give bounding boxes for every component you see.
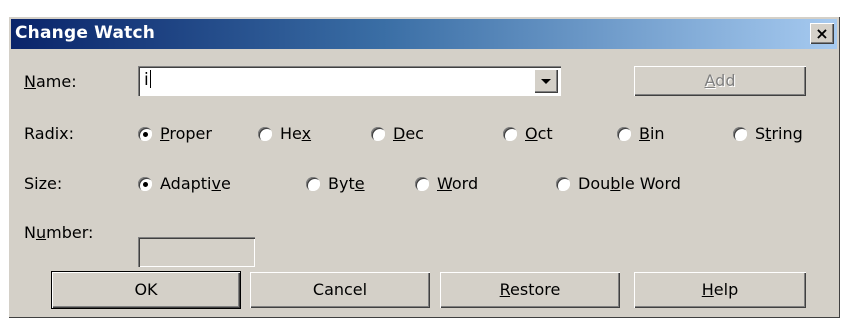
radix-option-bin[interactable]: Bin (617, 124, 665, 143)
radix-option-string[interactable]: String (733, 124, 803, 143)
radix-option-hex[interactable]: Hex (258, 124, 311, 143)
close-button[interactable]: × (810, 23, 834, 44)
radio-button-icon[interactable] (138, 176, 152, 191)
radio-button-icon[interactable] (138, 126, 152, 141)
radio-button-icon[interactable] (306, 176, 320, 191)
radix-label: Radix: (24, 124, 75, 143)
name-dropdown-button[interactable] (534, 69, 558, 93)
size-label: Size: (24, 174, 63, 193)
radio-button-icon[interactable] (503, 126, 517, 141)
help-button[interactable]: Help (634, 272, 806, 308)
size-option-word[interactable]: Word (415, 174, 478, 193)
radio-button-icon[interactable] (371, 126, 385, 141)
radio-button-icon[interactable] (733, 126, 747, 141)
name-combobox[interactable]: i (138, 66, 561, 96)
radix-option-proper[interactable]: Proper (138, 124, 212, 143)
size-option-double-word[interactable]: Double Word (556, 174, 681, 193)
ok-button[interactable]: OK (52, 272, 240, 308)
radix-option-dec[interactable]: Dec (371, 124, 424, 143)
number-label: Number: (24, 223, 94, 242)
number-field[interactable] (138, 237, 255, 267)
radio-button-icon[interactable] (415, 176, 429, 191)
dialog-title: Change Watch (15, 23, 156, 43)
change-watch-dialog: Change Watch × Name: i Add Radix: Proper… (8, 16, 840, 318)
cancel-button[interactable]: Cancel (250, 272, 430, 308)
radio-button-icon[interactable] (258, 126, 272, 141)
close-icon: × (815, 24, 829, 43)
radio-button-icon[interactable] (556, 176, 570, 191)
radio-button-icon[interactable] (617, 126, 631, 141)
size-option-byte[interactable]: Byte (306, 174, 365, 193)
name-input-value[interactable]: i (144, 70, 151, 90)
name-label: Name: (24, 72, 77, 91)
add-button[interactable]: Add (634, 66, 806, 96)
radix-option-oct[interactable]: Oct (503, 124, 553, 143)
title-bar: Change Watch × (11, 19, 837, 49)
restore-button[interactable]: Restore (440, 272, 620, 308)
size-option-adaptive[interactable]: Adaptive (138, 174, 231, 193)
